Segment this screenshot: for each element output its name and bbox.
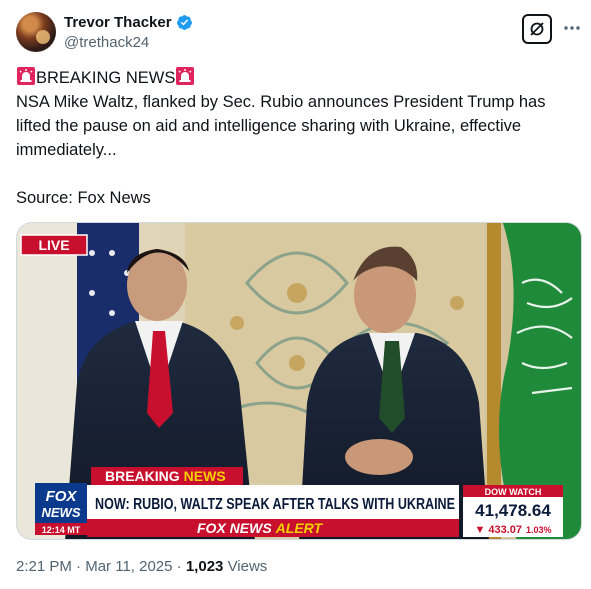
broadcast-clock: 12:14 MT <box>42 525 81 535</box>
name-row: Trevor Thacker <box>64 14 193 31</box>
more-dots-icon <box>564 26 580 30</box>
siren-icon <box>17 67 35 85</box>
ticker-label: DOW WATCH <box>485 487 542 497</box>
headline: BREAKING NEWS <box>36 69 176 87</box>
alert-word: ALERT <box>275 520 324 536</box>
handle[interactable]: @trethack24 <box>64 34 149 51</box>
news-label: NEWS <box>184 468 226 484</box>
tweet-date[interactable]: Mar 11, 2025 <box>85 558 172 575</box>
headline-line: BREAKING NEWS <box>16 66 576 90</box>
fox-logo-bottom: NEWS <box>42 505 81 520</box>
breaking-label: BREAKING <box>105 468 180 484</box>
tweet-media[interactable]: LIVE BREAKING NEWS NOW: RUBIO, WALTZ SPEA… <box>16 222 582 540</box>
live-badge: LIVE <box>38 237 69 253</box>
tweet-meta: 2:21 PM · Mar 11, 2025 · 1,023 Views <box>16 558 268 575</box>
ticker-value: 41,478.64 <box>475 501 551 520</box>
fox-logo-top: FOX <box>46 488 78 505</box>
ticker-pct: 1.03% <box>526 525 552 535</box>
source-line: Source: Fox News <box>16 189 151 207</box>
tweet-body: NSA Mike Waltz, flanked by Sec. Rubio an… <box>16 93 546 159</box>
grok-icon <box>530 22 544 36</box>
svg-text:▼ 433.071.03%: ▼ 433.07 1.03% <box>474 524 551 536</box>
news-broadcast-image: LIVE BREAKING NEWS NOW: RUBIO, WALTZ SPEA… <box>17 223 581 539</box>
svg-text:BREAKINGNEWS: BREAKING NEWS <box>105 468 226 484</box>
svg-text:FOX NEWSALERT: FOX NEWS ALERT <box>197 520 324 536</box>
chyron-text: NOW: RUBIO, WALTZ SPEAK AFTER TALKS WITH… <box>95 496 455 513</box>
alert-network: FOX NEWS <box>197 520 272 536</box>
tweet-header: Trevor Thacker @trethack24 <box>16 12 582 54</box>
avatar[interactable] <box>16 12 56 52</box>
display-name[interactable]: Trevor Thacker <box>64 14 172 31</box>
grok-button[interactable] <box>522 14 552 44</box>
more-options-button[interactable] <box>562 18 582 38</box>
tweet-text: BREAKING NEWS NSA Mike Waltz, flanked by… <box>16 66 576 210</box>
siren-icon <box>176 67 195 85</box>
verified-badge-icon <box>176 15 192 30</box>
ticker-change: ▼ 433.07 <box>474 524 522 536</box>
views-label: Views <box>227 558 268 575</box>
views-count: 1,023 <box>185 558 224 575</box>
tweet-time[interactable]: 2:21 PM <box>16 558 72 575</box>
